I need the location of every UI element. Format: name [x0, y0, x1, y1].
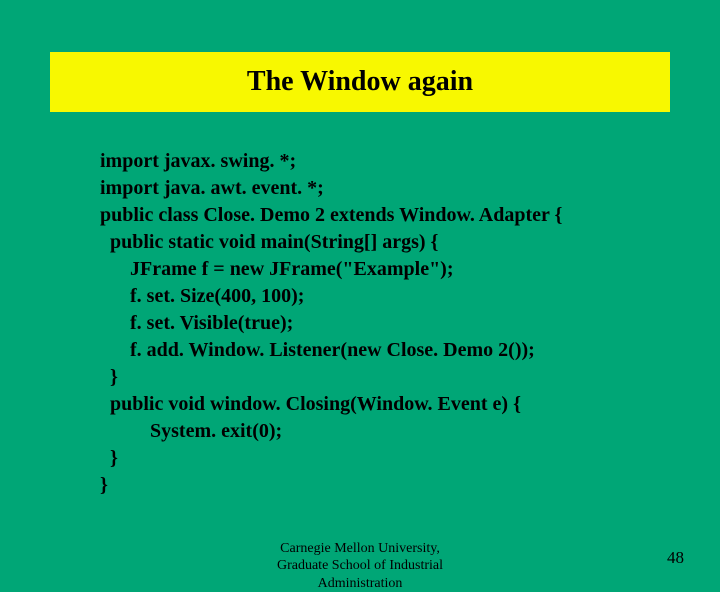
code-block: import javax. swing. *; import java. awt…: [100, 148, 720, 499]
footer: Carnegie Mellon University, Graduate Sch…: [0, 540, 720, 592]
code-line: public class Close. Demo 2 extends Windo…: [100, 202, 720, 229]
footer-line: Administration: [0, 575, 720, 592]
code-line: f. set. Visible(true);: [100, 310, 720, 337]
code-line: public static void main(String[] args) {: [100, 229, 720, 256]
code-line: JFrame f = new JFrame("Example");: [100, 256, 720, 283]
footer-line: Carnegie Mellon University,: [0, 540, 720, 558]
footer-line: Graduate School of Industrial: [0, 557, 720, 575]
code-line: f. add. Window. Listener(new Close. Demo…: [100, 337, 720, 364]
slide-title-bar: The Window again: [50, 52, 670, 112]
page-number: 48: [667, 548, 684, 568]
code-line: public void window. Closing(Window. Even…: [100, 391, 720, 418]
code-line: import java. awt. event. *;: [100, 175, 720, 202]
slide-title: The Window again: [50, 66, 670, 98]
code-line: }: [100, 472, 720, 499]
code-line: f. set. Size(400, 100);: [100, 283, 720, 310]
code-line: }: [100, 364, 720, 391]
code-line: System. exit(0);: [100, 418, 720, 445]
code-line: import javax. swing. *;: [100, 148, 720, 175]
code-line: }: [100, 445, 720, 472]
